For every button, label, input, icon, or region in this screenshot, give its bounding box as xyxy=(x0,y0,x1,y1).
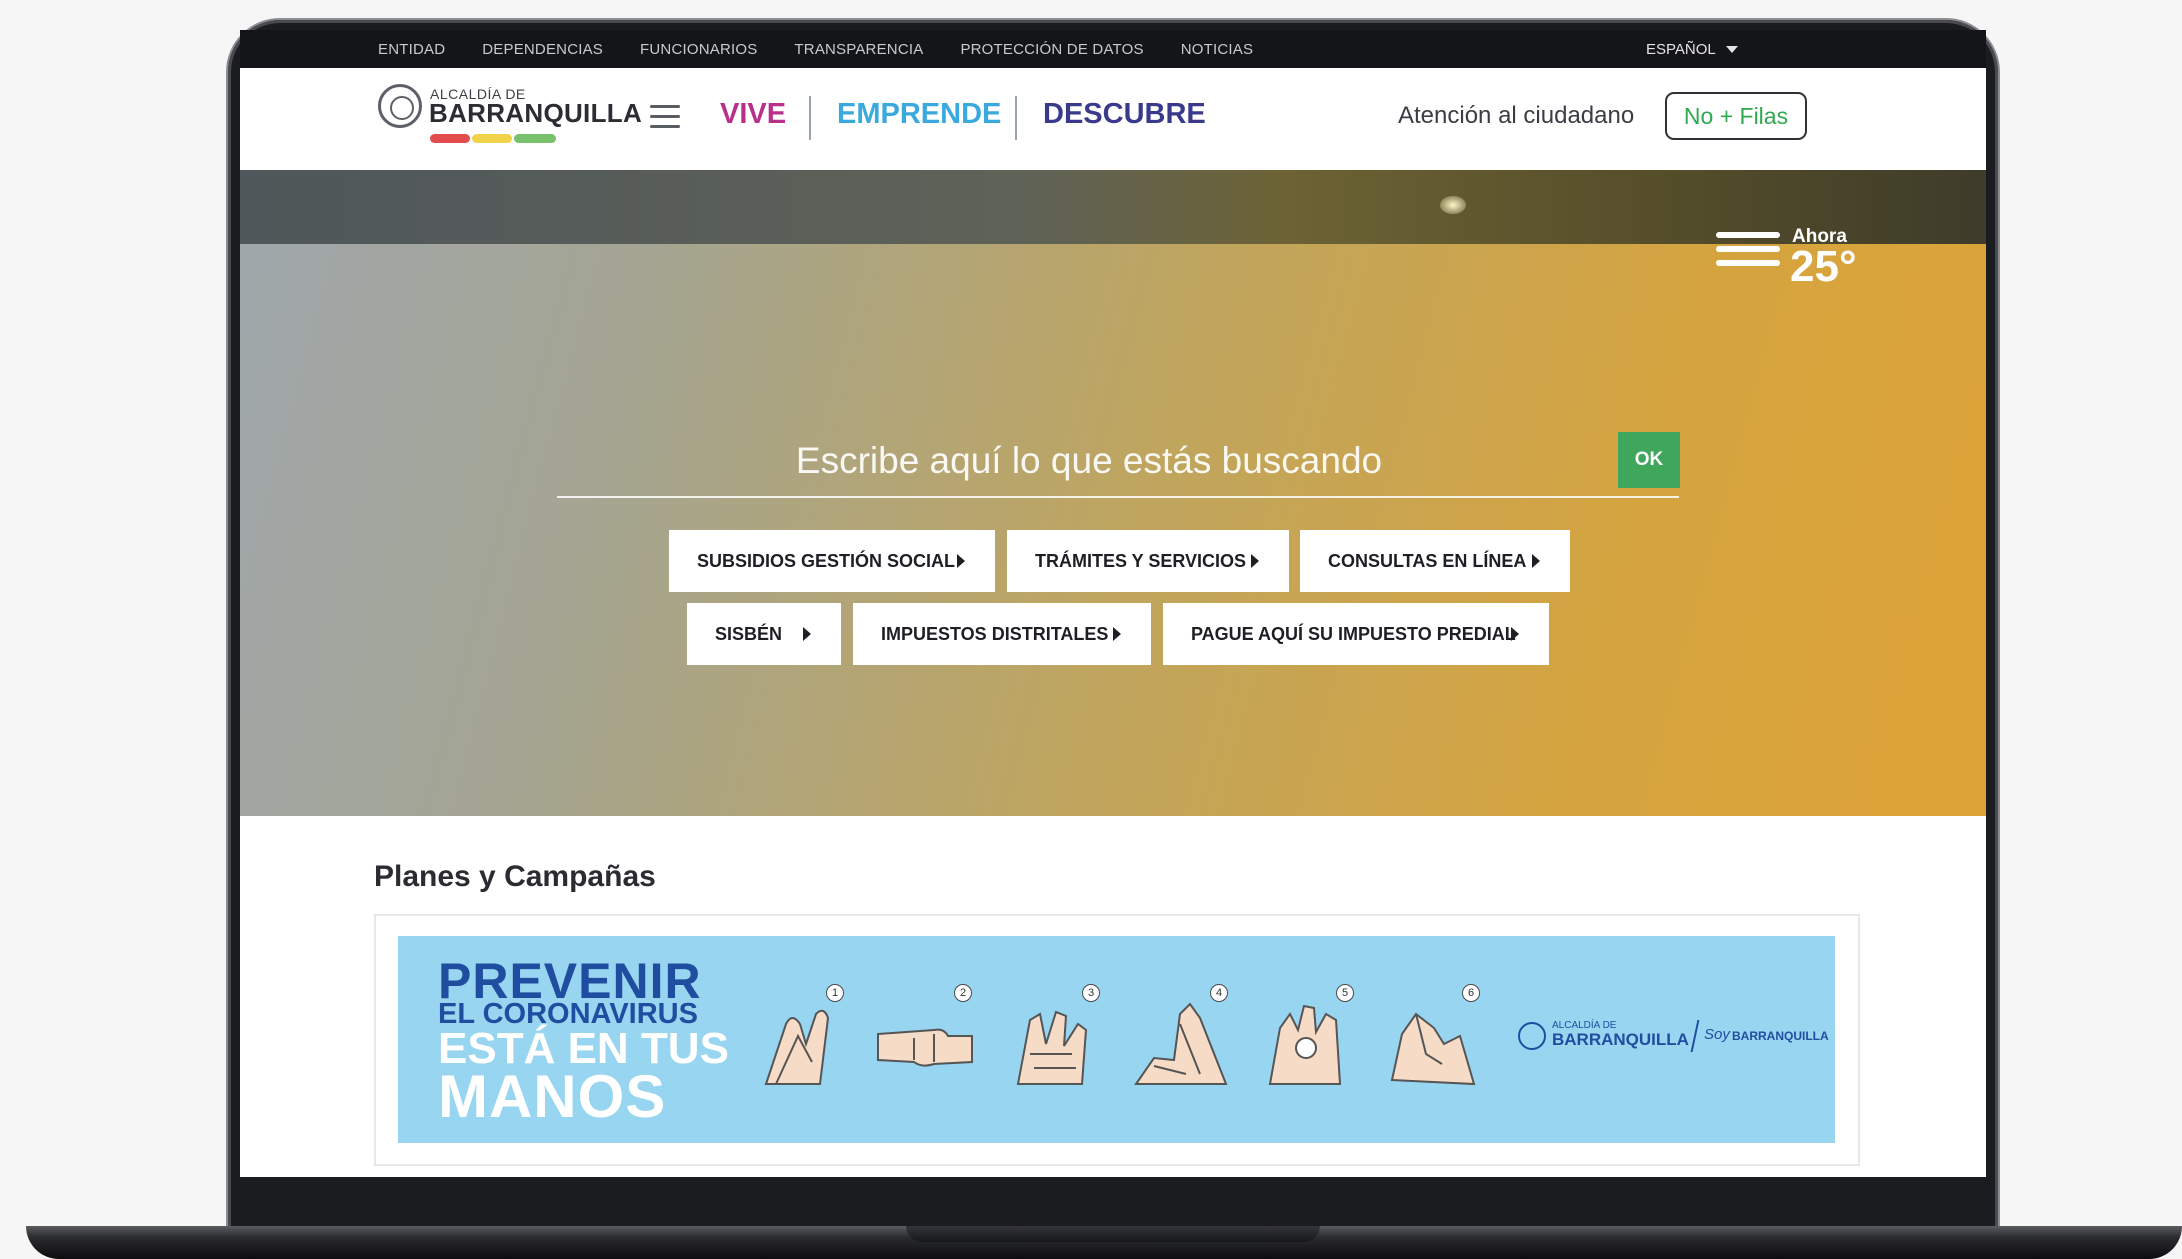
section-title: Planes y Campañas xyxy=(374,860,656,893)
logo-stripe-red xyxy=(430,134,470,143)
top-link-dependencias[interactable]: DEPENDENCIAS xyxy=(482,41,603,58)
step-number: 1 xyxy=(826,984,844,1002)
nav-emprende[interactable]: EMPRENDE xyxy=(837,98,1001,131)
banner-logo: ALCALDÍA DE BARRANQUILLA Soy BARRANQUILL… xyxy=(1518,1016,1829,1066)
step-number: 2 xyxy=(954,984,972,1002)
search-ok-button[interactable]: OK xyxy=(1618,432,1680,488)
site-logo[interactable]: ALCALDÍA DE BARRANQUILLA xyxy=(378,82,642,148)
top-link-proteccion-datos[interactable]: PROTECCIÓN DE DATOS xyxy=(960,41,1143,58)
quick-link-tramites[interactable]: TRÁMITES Y SERVICIOS xyxy=(1007,530,1289,592)
top-utility-bar: ENTIDAD DEPENDENCIAS FUNCIONARIOS TRANSP… xyxy=(240,30,1986,68)
quick-link-label: CONSULTAS EN LÍNEA xyxy=(1328,550,1527,571)
laptop-notch xyxy=(906,1226,1320,1242)
quick-link-impuestos[interactable]: IMPUESTOS DISTRITALES xyxy=(853,603,1151,665)
top-link-entidad[interactable]: ENTIDAD xyxy=(378,41,445,58)
top-link-transparencia[interactable]: TRANSPARENCIA xyxy=(794,41,923,58)
weather-icon xyxy=(1716,232,1780,274)
top-link-noticias[interactable]: NOTICIAS xyxy=(1181,41,1253,58)
banner-line-4: MANOS xyxy=(438,1063,667,1130)
nav-vive[interactable]: VIVE xyxy=(720,98,786,131)
weather-widget: Ahora 25° xyxy=(1716,226,1866,296)
banner-logo-line-2: BARRANQUILLA xyxy=(1552,1030,1689,1049)
logo-line-2: BARRANQUILLA xyxy=(429,98,643,128)
caret-right-icon xyxy=(957,554,965,568)
handwash-step-2: 2 xyxy=(874,984,978,1094)
step-number: 3 xyxy=(1082,984,1100,1002)
content-section: Planes y Campañas PREVENIR EL CORONAVIRU… xyxy=(240,816,1986,1177)
quick-link-subsidios[interactable]: SUBSIDIOS GESTIÓN SOCIAL xyxy=(669,530,995,592)
weather-temperature: 25° xyxy=(1790,242,1857,291)
quick-link-label: SISBÉN xyxy=(715,623,783,644)
caret-right-icon xyxy=(1113,627,1121,641)
chevron-down-icon xyxy=(1725,45,1738,53)
banner-logo-divider xyxy=(1690,1020,1700,1052)
quick-link-label: PAGUE AQUÍ SU IMPUESTO PREDIAL xyxy=(1191,623,1516,644)
nav-descubre[interactable]: DESCUBRE xyxy=(1043,98,1206,131)
campaign-banner[interactable]: PREVENIR EL CORONAVIRUS ESTÁ EN TUS MANO… xyxy=(398,936,1835,1143)
language-selector[interactable]: ESPAÑOL xyxy=(1646,30,1738,68)
search-bar: OK xyxy=(557,430,1680,498)
main-header: ALCALDÍA DE BARRANQUILLA VIVE EMPRENDE D… xyxy=(240,68,1986,170)
handwash-step-6: 6 xyxy=(1382,984,1486,1094)
quick-link-label: SUBSIDIOS GESTIÓN SOCIAL xyxy=(697,550,956,571)
top-link-funcionarios[interactable]: FUNCIONARIOS xyxy=(640,41,757,58)
step-number: 4 xyxy=(1210,984,1228,1002)
city-seal-icon xyxy=(1518,1022,1546,1050)
no-filas-button[interactable]: No + Filas xyxy=(1665,92,1807,140)
search-input[interactable] xyxy=(557,430,1621,492)
handwash-step-4: 4 xyxy=(1130,984,1234,1094)
banner-logo-soy: Soy xyxy=(1704,1026,1730,1043)
logo-stripe-yellow xyxy=(472,134,512,143)
banner-logo-soy-city: BARRANQUILLA xyxy=(1732,1029,1829,1043)
quick-link-sisben[interactable]: SISBÉN xyxy=(687,603,841,665)
caret-right-icon xyxy=(1251,554,1259,568)
handwash-step-1: 1 xyxy=(746,984,850,1094)
logo-stripe-green xyxy=(514,134,556,143)
quick-link-label: IMPUESTOS DISTRITALES xyxy=(881,623,1109,644)
laptop-screen: ENTIDAD DEPENDENCIAS FUNCIONARIOS TRANSP… xyxy=(240,30,1986,1177)
caret-right-icon xyxy=(1532,554,1540,568)
step-number: 6 xyxy=(1462,984,1480,1002)
quick-link-predial[interactable]: PAGUE AQUÍ SU IMPUESTO PREDIAL xyxy=(1163,603,1549,665)
nav-divider xyxy=(809,96,811,140)
handwash-step-5: 5 xyxy=(1256,984,1360,1094)
quick-link-consultas[interactable]: CONSULTAS EN LÍNEA xyxy=(1300,530,1570,592)
language-label: ESPAÑOL xyxy=(1646,40,1716,58)
top-links: ENTIDAD DEPENDENCIAS FUNCIONARIOS TRANSP… xyxy=(378,30,1290,68)
handwash-step-3: 3 xyxy=(1002,984,1106,1094)
caret-right-icon xyxy=(1511,627,1519,641)
city-seal-icon xyxy=(378,84,422,128)
city-light xyxy=(1440,196,1466,214)
attention-citizen-link[interactable]: Atención al ciudadano xyxy=(1398,102,1634,130)
step-number: 5 xyxy=(1336,984,1354,1002)
caret-right-icon xyxy=(803,627,811,641)
quick-link-label: TRÁMITES Y SERVICIOS xyxy=(1035,550,1247,571)
hamburger-menu-icon[interactable] xyxy=(650,105,680,129)
nav-divider xyxy=(1015,96,1017,140)
